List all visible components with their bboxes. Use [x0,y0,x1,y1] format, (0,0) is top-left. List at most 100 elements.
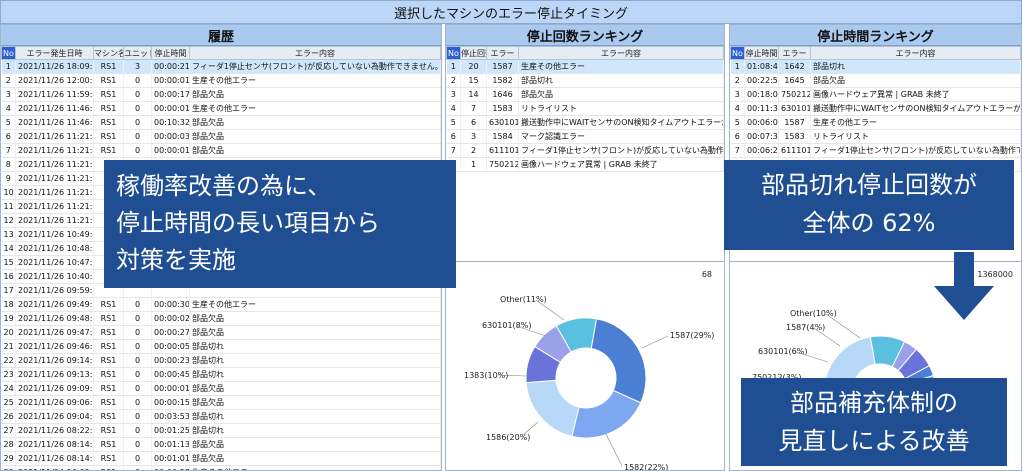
history-col-header[interactable]: エラー内容 [189,46,441,60]
count-row[interactable]: 4 7 1583 リトライリスト [446,101,724,116]
history-col-header[interactable]: エラー発生日時 [15,46,94,60]
history-row[interactable]: 22021/11/26 12:00:50RS1000:00:01生産その他エラー [1,73,441,88]
count-cell: 4 [446,101,461,116]
history-row[interactable]: 222021/11/26 09:14:39RS1000:00:23部品切れ [1,353,441,368]
pie-label: 630101(6%) [758,347,807,356]
history-col-header[interactable]: No [1,46,16,60]
count-row[interactable]: 3 14 1646 部品欠品 [446,87,724,102]
history-row[interactable]: 252021/11/26 09:06:28RS1000:00:15部品欠品 [1,395,441,410]
time-cell: 2 [730,73,745,88]
history-cell: RS1 [93,437,124,452]
time-row[interactable]: 200:22:561645部品欠品 [730,73,1021,88]
time-row[interactable]: 300:18:08750212画像ハードウェア異常 | GRAB 未終了 [730,87,1021,102]
count-cell: 3 [446,87,461,102]
history-cell: 9 [1,171,16,186]
history-cell: 00:00:01 [151,73,190,88]
count-col-header[interactable]: No [446,46,461,60]
history-row[interactable]: 72021/11/26 11:21:47RS1000:00:01部品欠品 [1,143,441,158]
count-cell: 搬送動作中にWAITセンサのON検知タイムアウトエラーが発... [518,115,724,130]
history-row[interactable]: 282021/11/26 08:14:58RS1000:01:13部品欠品 [1,437,441,452]
history-col-header[interactable]: 停止時間 [151,46,190,60]
history-row[interactable]: 242021/11/26 09:09:51RS1000:00:01部品欠品 [1,381,441,396]
history-row[interactable]: 32021/11/26 11:59:09RS1000:00:17部品欠品 [1,87,441,102]
count-cell: 1584 [486,129,519,144]
history-cell: 00:00:02 [151,311,190,326]
history-row[interactable]: 52021/11/26 11:46:22RS1000:10:32部品欠品 [1,115,441,130]
count-cell: 1583 [486,101,519,116]
time-cell: 1587 [778,115,811,130]
time-col-header[interactable]: エラー内容 [810,46,1021,60]
history-cell: 部品欠品 [189,115,441,130]
history-cell: 0 [123,353,152,368]
history-cell: 2021/11/26 10:48:18 [15,241,94,256]
history-cell: RS1 [93,381,124,396]
history-cell: 部品切れ [189,423,441,438]
count-col-header[interactable]: 停止回数 [460,46,487,60]
count-cell: リトライリスト [518,101,724,116]
count-row[interactable]: 6 3 1584 マーク認識エラー [446,129,724,144]
count-cell: 3 [460,129,487,144]
history-row[interactable]: 262021/11/26 09:04:21RS1000:03:53部品切れ [1,409,441,424]
time-col-header[interactable]: No [730,46,745,60]
history-cell: RS1 [93,451,124,466]
history-row[interactable]: 42021/11/26 11:46:50RS1000:00:01生産その他エラー [1,101,441,116]
history-row[interactable]: 202021/11/26 09:47:14RS1000:00:27部品欠品 [1,325,441,340]
history-row[interactable]: 62021/11/26 11:21:49RS1000:00:03部品欠品 [1,129,441,144]
time-row[interactable]: 700:06:28611101フィーダ1停止センサ(フロント)が反応していない為… [730,143,1021,158]
time-row[interactable]: 600:07:351583リトライリスト [730,129,1021,144]
history-col-header[interactable]: マシン名 [93,46,124,60]
count-row[interactable]: 2 15 1582 部品切れ [446,73,724,88]
time-cell: 3 [730,87,745,102]
history-cell: 0 [123,339,152,354]
history-cell: 部品切れ [189,367,441,382]
history-row[interactable]: 12021/11/26 18:09:18RS1300:00:21フィーダ1停止セ… [1,59,441,74]
count-col-header[interactable]: エラー [486,46,519,60]
pie-slice-1587[interactable] [590,318,647,404]
time-cell: 00:18:08 [744,87,779,102]
history-row[interactable]: 232021/11/26 09:13:56RS1000:00:45部品切れ [1,367,441,382]
history-col-header[interactable]: ユニット [123,46,152,60]
time-row[interactable]: 101:08:461642部品切れ [730,59,1021,74]
history-cell: 2021/11/26 11:21:06 [15,213,94,228]
history-cell: 2021/11/26 09:59:20 [15,283,94,298]
history-cell: 0 [123,395,152,410]
history-cell: 部品欠品 [189,311,441,326]
history-cell: 10 [1,185,16,200]
history-cell: 2021/11/26 08:14:55 [15,451,94,466]
pie-slice-1586[interactable] [525,379,580,437]
history-row[interactable]: 272021/11/26 08:22:21RS1000:01:25部品切れ [1,423,441,438]
count-cell: 15 [460,73,487,88]
time-cell: 750212 [778,87,811,102]
time-cell: 生産その他エラー [810,115,1021,130]
history-cell: 部品欠品 [189,129,441,144]
count-row[interactable]: 1 20 1587 生産その他エラー [446,59,724,74]
history-cell: RS1 [93,115,124,130]
time-col-header[interactable]: 停止時間 [744,46,779,60]
history-cell: 00:00:01 [151,381,190,396]
history-cell: 17 [1,283,16,298]
count-col-header[interactable]: エラー内容 [518,46,724,60]
time-cell: 00:11:30 [744,101,779,116]
history-cell: 0 [123,129,152,144]
time-row[interactable]: 500:06:051587生産その他エラー [730,115,1021,130]
history-row[interactable]: 212021/11/26 09:46:24RS1000:00:05部品切れ [1,339,441,354]
time-row[interactable]: 400:11:30630101搬送動作中にWAITセンサのON検知タイムアウトエ… [730,101,1021,116]
history-cell: 5 [1,115,16,130]
history-row[interactable]: 192021/11/26 09:48:50RS1000:00:02部品欠品 [1,311,441,326]
history-row[interactable]: 292021/11/26 08:14:55RS1000:01:01部品欠品 [1,451,441,466]
count-row[interactable]: 72611101フィーダ1停止センサ(フロント)が反応していない為動作できません… [446,143,724,158]
history-cell: 2021/11/26 12:00:50 [15,73,94,88]
count-row[interactable]: 5 6 630101 搬送動作中にWAITセンサのON検知タイムアウトエラーが発... [446,115,724,130]
time-cell: 部品欠品 [810,73,1021,88]
history-cell: 0 [123,451,152,466]
history-row[interactable]: 182021/11/26 09:49:18RS1000:00:30生産その他エラ… [1,297,441,312]
history-cell: 2021/11/24 16:09:29 [15,465,94,470]
count-cell: 画像ハードウェア異常 | GRAB 未終了 [518,157,724,172]
count-row[interactable]: 81750212画像ハードウェア異常 | GRAB 未終了 [446,157,724,172]
history-row[interactable]: 302021/11/24 16:09:29RS1000:00:27生産その他エラ… [1,465,441,470]
pie-leader-line [641,335,669,349]
history-cell: 00:00:03 [151,129,190,144]
time-col-header[interactable]: エラー [778,46,811,60]
count-cell: フィーダ1停止センサ(フロント)が反応していない為動作できません。 [518,143,724,158]
time-cell: 611101 [778,143,811,158]
